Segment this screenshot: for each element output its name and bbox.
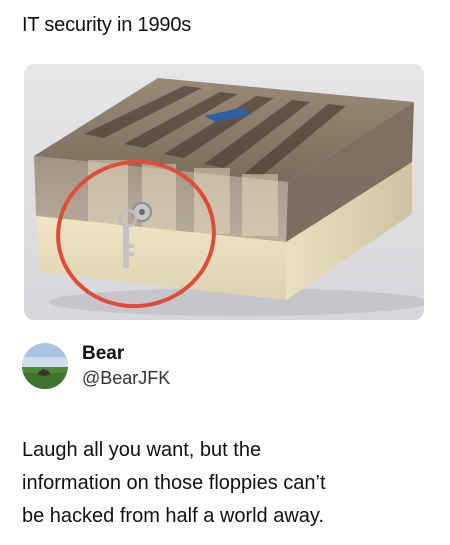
tweet-line: Laugh all you want, but the <box>22 439 262 461</box>
avatar[interactable] <box>22 343 68 389</box>
tweet-author: Bear @BearJFK <box>22 342 170 390</box>
user-handle[interactable]: @BearJFK <box>82 366 170 390</box>
post-caption: IT security in 1990s <box>22 14 192 36</box>
floppy-box-photo[interactable] <box>24 64 424 320</box>
tweet-text: Laugh all you want, but the information … <box>22 434 432 533</box>
tweet-line: be hacked from half a world away. <box>22 505 325 527</box>
display-name[interactable]: Bear <box>82 342 170 366</box>
tweet-line: information on those floppies can’t <box>22 472 326 494</box>
